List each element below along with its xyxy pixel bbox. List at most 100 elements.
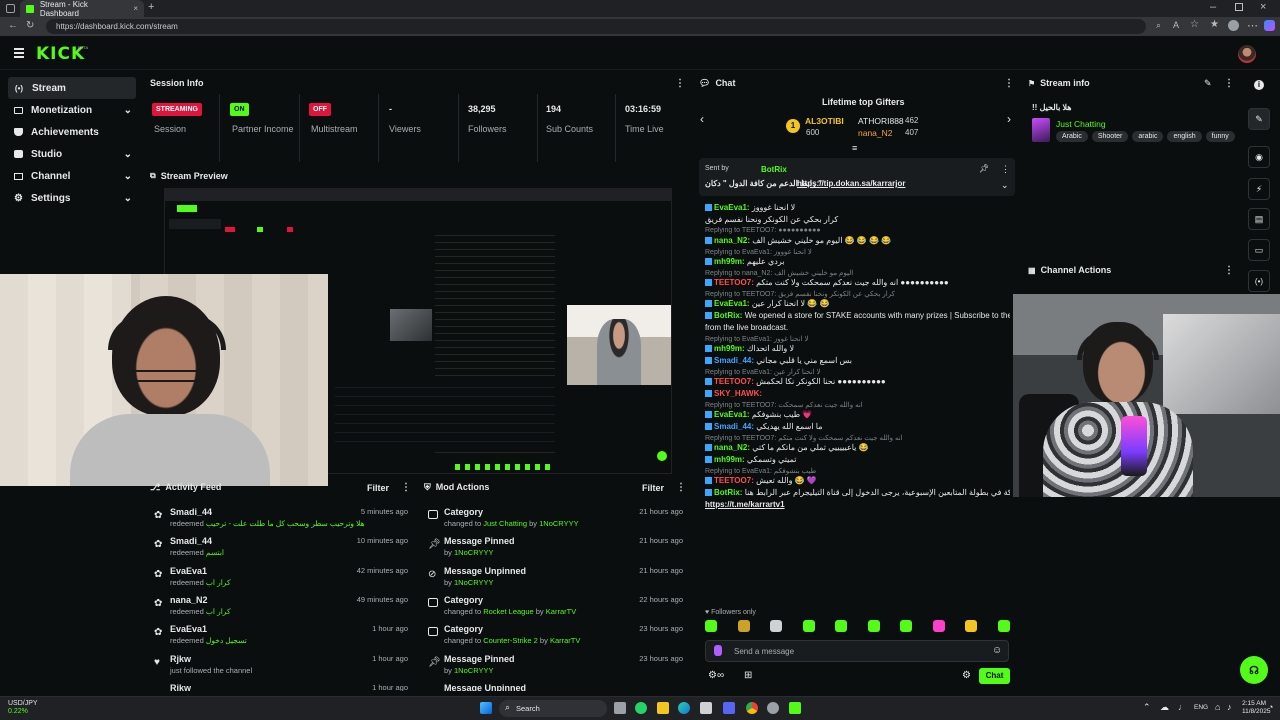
chrome-icon[interactable] — [746, 702, 758, 714]
pinned-menu-icon[interactable]: ⋮ — [1001, 164, 1010, 175]
activity-user[interactable]: Smadi_44 — [170, 536, 212, 546]
chat-username[interactable]: BotRix: — [714, 488, 742, 497]
gifter-name[interactable]: AL3OTIBI — [805, 116, 844, 126]
tray-chevron-icon[interactable]: ⌃ — [1143, 702, 1151, 713]
chat-send-button[interactable]: Chat — [979, 668, 1010, 684]
tray-mic-icon[interactable]: ♩ — [1178, 702, 1187, 712]
activity-user[interactable]: Rjkw — [170, 654, 191, 664]
gifters-prev-icon[interactable]: ‹ — [700, 112, 704, 126]
file-explorer-icon[interactable] — [657, 702, 669, 714]
back-icon[interactable]: ← — [8, 20, 18, 31]
tray-volume-icon[interactable]: ♪ — [1227, 702, 1232, 712]
tag-chip[interactable]: arabic — [1132, 131, 1164, 142]
chat-username[interactable]: Smadi_44: — [714, 356, 754, 365]
pin-icon[interactable]: 📌︎ — [979, 164, 989, 173]
rail-broadcast-button[interactable]: (•) — [1248, 270, 1270, 292]
tag-chip[interactable]: Shooter — [1091, 131, 1129, 142]
sidebar-item-monetization[interactable]: Monetization ⌄ — [8, 99, 136, 121]
chat-username[interactable]: mh99m: — [714, 344, 745, 353]
activity-user[interactable]: Rjkw — [170, 683, 191, 691]
copilot-icon[interactable] — [1264, 20, 1275, 31]
close-window-icon[interactable]: × — [1260, 1, 1266, 13]
activity-user[interactable]: EvaEva1 — [170, 624, 207, 634]
chat-username[interactable]: TEETOO7: — [714, 377, 754, 386]
chat-text[interactable]: https://t.me/karrartv1 — [705, 500, 785, 509]
edge-icon[interactable] — [678, 702, 690, 714]
emote-icon[interactable] — [900, 620, 913, 632]
chat-username[interactable]: Smadi_44: — [714, 422, 754, 431]
tray-language[interactable]: ENG — [1194, 704, 1208, 711]
emote-picker-icon[interactable] — [714, 645, 722, 656]
discord-icon[interactable] — [723, 702, 735, 714]
support-button[interactable]: ☊ — [1240, 656, 1268, 684]
chat-username[interactable]: TEETOO7: — [714, 278, 754, 287]
emote-icon[interactable] — [705, 620, 717, 632]
emote-icon[interactable] — [867, 620, 880, 632]
favorite-icon[interactable]: ☆ — [1190, 19, 1199, 30]
chat-menu-icon[interactable]: ⋮ — [1004, 78, 1014, 89]
chat-input[interactable]: Send a message ☺ — [705, 640, 1009, 662]
gifters-next-icon[interactable]: › — [1007, 112, 1011, 126]
pinned-user[interactable]: BotRix — [761, 165, 787, 174]
pinned-link[interactable]: https://tip.dokan.sa/karrarjor — [797, 179, 905, 188]
gift-icon[interactable]: ⊞ — [744, 670, 752, 681]
emote-icon[interactable] — [802, 620, 815, 632]
chevron-down-icon[interactable]: ⌄ — [124, 171, 132, 182]
chat-username[interactable]: nana_N2: — [714, 236, 750, 245]
smiley-icon[interactable]: ☺ — [992, 645, 1002, 656]
chevron-down-icon[interactable]: ⌄ — [124, 105, 132, 116]
sidebar-item-studio[interactable]: Studio ⌄ — [8, 143, 136, 165]
category-name[interactable]: Just Chatting — [1056, 119, 1106, 129]
chat-username[interactable]: TEETOO7: — [714, 476, 754, 485]
url-field[interactable]: https://dashboard.kick.com/stream — [46, 19, 1146, 34]
chat-username[interactable]: nana_N2: — [714, 443, 750, 452]
user-avatar[interactable] — [1238, 45, 1256, 63]
rail-camera-button[interactable]: ◉ — [1248, 146, 1270, 168]
tag-chip[interactable]: funny — [1205, 131, 1235, 142]
chat-username[interactable]: EvaEva1: — [714, 203, 750, 212]
whatsapp-icon[interactable] — [635, 702, 647, 714]
emote-icon[interactable] — [965, 620, 978, 632]
new-tab-icon[interactable]: + — [148, 1, 154, 13]
chat-username[interactable]: BotRix: — [714, 311, 742, 320]
close-tab-icon[interactable]: × — [133, 4, 138, 13]
rail-bolt-button[interactable]: ⚡︎ — [1248, 178, 1270, 200]
favorites-bar-icon[interactable]: ★ — [1210, 19, 1219, 30]
chat-settings-icon[interactable]: ⚙ — [962, 670, 971, 681]
chat-username[interactable]: EvaEva1: — [714, 299, 750, 308]
minimize-icon[interactable]: – — [1210, 1, 1216, 13]
chat-username[interactable]: EvaEva1: — [714, 410, 750, 419]
sidebar-item-settings[interactable]: ⚙ Settings ⌄ — [8, 187, 136, 209]
chat-username[interactable]: mh99m: — [714, 455, 745, 464]
tag-chip[interactable]: english — [1167, 131, 1202, 142]
profile-icon[interactable] — [1228, 20, 1239, 31]
gifter-name[interactable]: nana_N2 — [858, 128, 893, 138]
activity-user[interactable]: nana_N2 — [170, 595, 208, 605]
read-aloud-icon[interactable]: A — [1173, 20, 1179, 30]
emote-icon[interactable] — [835, 620, 848, 632]
mod-filter-button[interactable]: Filter — [642, 483, 664, 493]
chat-tools-icon[interactable]: ⚙∞ — [708, 670, 724, 681]
task-view-icon[interactable] — [614, 702, 626, 714]
activity-menu-icon[interactable]: ⋮ — [401, 482, 411, 493]
sidebar-item-channel[interactable]: Channel ⌄ — [8, 165, 136, 187]
sidebar-item-achievements[interactable]: Achievements — [8, 121, 136, 143]
maximize-icon[interactable] — [1235, 3, 1243, 11]
reload-icon[interactable]: ↻ — [26, 20, 34, 31]
rail-chat-button[interactable]: ▭ — [1248, 239, 1270, 261]
taskbar-search[interactable]: ⌕ Search — [499, 700, 607, 717]
kick-app-icon[interactable] — [789, 702, 801, 714]
rail-document-button[interactable]: ▤ — [1248, 208, 1270, 230]
channel-actions-menu-icon[interactable]: ⋮ — [1224, 265, 1234, 276]
emote-icon[interactable] — [932, 620, 945, 632]
window-menu-icon[interactable] — [6, 4, 15, 13]
activity-user[interactable]: Smadi_44 — [170, 507, 212, 517]
hamburger-menu-icon[interactable] — [14, 48, 24, 58]
emote-icon[interactable] — [997, 620, 1010, 632]
emote-icon[interactable] — [770, 620, 783, 632]
gifter-name[interactable]: ATHORI888 — [858, 116, 904, 126]
stream-info-menu-icon[interactable]: ⋮ — [1224, 78, 1234, 89]
chevron-down-icon[interactable]: ⌄ — [124, 149, 132, 160]
rail-edit-button[interactable]: ✎ — [1248, 108, 1270, 130]
store-icon[interactable] — [700, 702, 712, 714]
